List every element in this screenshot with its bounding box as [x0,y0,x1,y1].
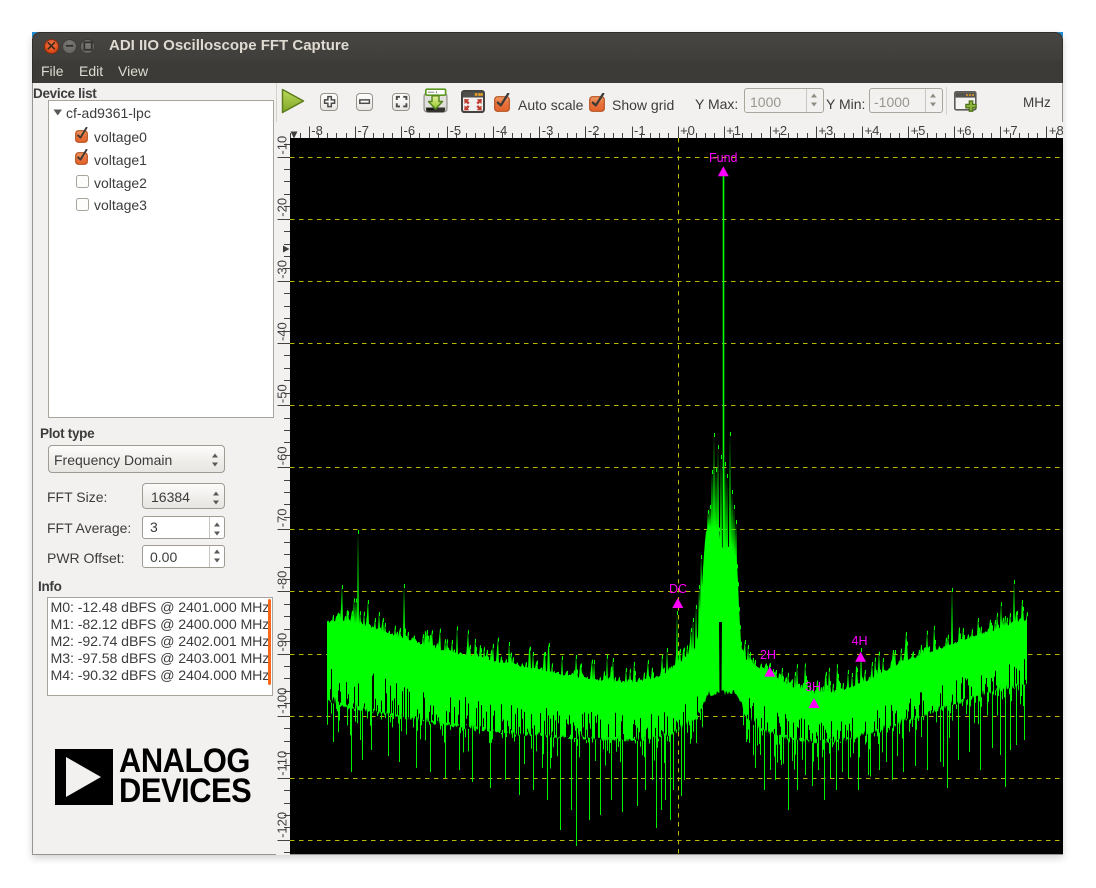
svg-text:-6: -6 [404,123,416,138]
svg-text:+6: +6 [957,123,972,138]
svg-text:-50: -50 [275,384,290,403]
svg-text:4H: 4H [852,634,868,648]
svg-text:-10: -10 [275,136,290,155]
svg-text:3H: 3H [805,680,821,694]
svg-text:+4: +4 [865,123,880,138]
svg-text:+7: +7 [1003,123,1018,138]
svg-text:-8: -8 [311,123,323,138]
svg-text:-5: -5 [450,123,462,138]
svg-text:+1: +1 [726,123,741,138]
svg-text:-80: -80 [275,571,290,590]
svg-text:-100: -100 [275,688,290,714]
svg-text:+3: +3 [818,123,833,138]
svg-text:-110: -110 [275,751,290,776]
svg-text:+2: +2 [772,123,787,138]
svg-text:-60: -60 [275,446,290,465]
svg-text:-70: -70 [275,509,290,528]
svg-text:Fund: Fund [709,151,738,165]
svg-text:DC: DC [669,582,687,596]
svg-text:-30: -30 [275,260,290,279]
svg-text:-2: -2 [588,123,600,138]
svg-text:-90: -90 [275,633,290,652]
svg-text:-1: -1 [634,123,646,138]
svg-text:+5: +5 [911,123,926,138]
svg-text:-3: -3 [542,123,554,138]
svg-text:+8: +8 [1049,123,1063,138]
svg-text:-7: -7 [357,123,369,138]
svg-text:-20: -20 [275,198,290,217]
svg-text:-40: -40 [275,322,290,341]
svg-text:+0: +0 [680,123,695,138]
svg-text:-120: -120 [275,812,290,838]
svg-text:2H: 2H [760,648,776,662]
svg-text:-4: -4 [496,123,508,138]
